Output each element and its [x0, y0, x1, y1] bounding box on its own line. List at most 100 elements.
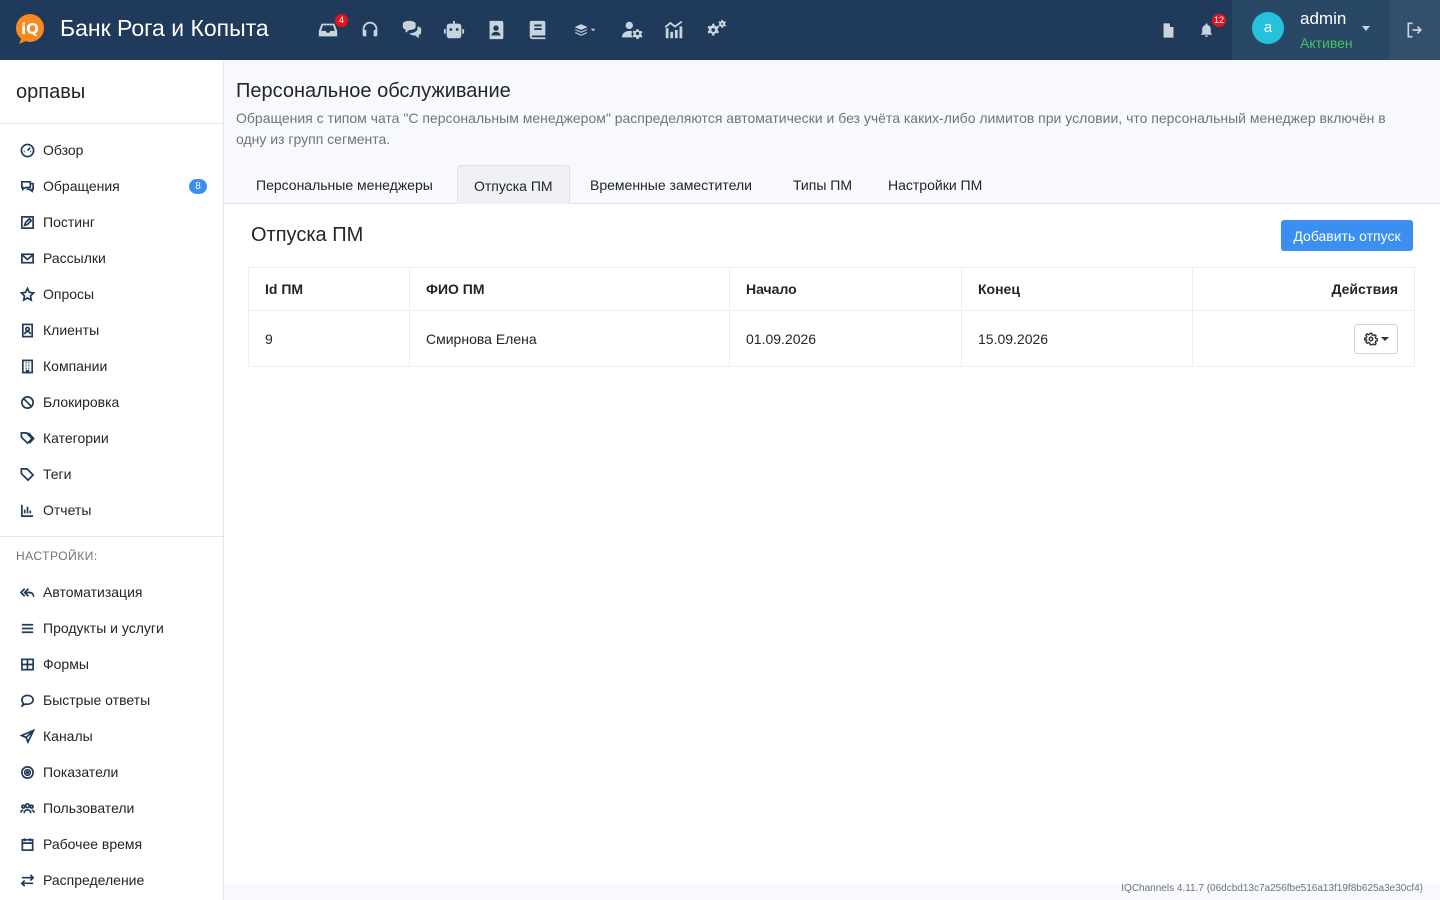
nav-user-settings[interactable]	[620, 18, 644, 42]
headset-icon	[362, 21, 378, 37]
comments-icon	[402, 20, 422, 39]
page-title: Персональное обслуживание	[236, 80, 511, 102]
sidebar-item-label: Клиенты	[43, 322, 100, 338]
cell-name: Смирнова Елена	[410, 311, 730, 366]
book-icon	[529, 20, 546, 40]
reply-all-icon	[20, 587, 35, 597]
sidebar-item-label: Продукты и услуги	[43, 620, 164, 636]
sidebar-item-label: Компании	[43, 358, 108, 374]
file-icon	[1163, 22, 1173, 38]
chat-icon	[21, 180, 34, 193]
sidebar-item-label: Отчеты	[43, 502, 92, 518]
brand-title[interactable]: Банк Рога и Копыта	[60, 14, 269, 42]
tags-icon	[20, 431, 35, 444]
sidebar-item-quick-replies[interactable]: Быстрые ответы	[20, 688, 210, 712]
edit-icon	[21, 215, 34, 229]
tab-pm-vacations[interactable]: Отпуска ПМ	[457, 165, 570, 204]
sidebar-item-label: Обзор	[43, 142, 84, 158]
sidebar-item-mailings[interactable]: Рассылки	[20, 246, 210, 270]
inbox-badge: 4	[335, 14, 348, 27]
documents-button[interactable]	[1156, 18, 1180, 42]
tab-bar: Персональные менеджеры Отпуска ПМ Времен…	[224, 165, 1440, 204]
cell-end: 15.09.2026	[962, 311, 1193, 366]
nav-layers-menu[interactable]	[568, 18, 602, 42]
nav-chats[interactable]	[400, 18, 424, 42]
row-actions-button[interactable]	[1354, 323, 1398, 354]
avatar: a	[1252, 12, 1284, 44]
requests-count-badge: 8	[189, 179, 207, 194]
tag-icon	[20, 467, 35, 481]
sidebar-item-label: Рассылки	[43, 250, 106, 266]
chart-line-icon	[664, 20, 683, 39]
sidebar-item-tags[interactable]: Теги	[20, 462, 210, 486]
star-icon	[20, 286, 35, 302]
tab-pm-settings[interactable]: Настройки ПМ	[872, 165, 998, 204]
version-info: IQChannels 4.11.7 (06dcbd13c7a256fbe516a…	[1121, 883, 1423, 894]
building-icon	[21, 359, 34, 373]
sidebar-item-label: Показатели	[43, 764, 119, 780]
sidebar-item-working-time[interactable]: Рабочее время	[20, 832, 210, 856]
nav-contacts[interactable]	[484, 18, 508, 42]
vacations-table: Id ПМ ФИО ПМ Начало Конец Действия 9 Сми…	[248, 267, 1415, 367]
column-header-id: Id ПМ	[249, 268, 410, 310]
sidebar-item-products[interactable]: Продукты и услуги	[20, 616, 210, 640]
user-status: Активен	[1300, 35, 1353, 51]
sidebar-item-users[interactable]: Пользователи	[20, 796, 210, 820]
sidebar-item-reports[interactable]: Отчеты	[20, 498, 210, 522]
app-logo-icon[interactable]: iQ	[15, 13, 45, 45]
sidebar-item-metrics[interactable]: Показатели	[20, 760, 210, 784]
sidebar: орпавы Обзор Обращения 8 Постинг Рассылк…	[0, 60, 224, 900]
sidebar-item-posting[interactable]: Постинг	[20, 210, 210, 234]
section-title: Отпуска ПМ	[251, 224, 364, 246]
contact-icon	[21, 323, 34, 337]
nav-knowledge[interactable]	[526, 18, 550, 42]
top-bar: iQ Банк Рога и Копыта 4 12 a admin Актив…	[0, 0, 1440, 60]
users-icon	[20, 802, 35, 813]
tab-pm-types[interactable]: Типы ПМ	[777, 165, 868, 204]
nav-inbox[interactable]: 4	[316, 14, 348, 42]
user-gear-icon	[621, 21, 643, 40]
mail-icon	[21, 252, 34, 264]
table-header-row: Id ПМ ФИО ПМ Начало Конец Действия	[249, 268, 1414, 311]
sidebar-item-overview[interactable]: Обзор	[20, 138, 210, 162]
nav-support[interactable]	[358, 18, 382, 42]
sidebar-item-blocking[interactable]: Блокировка	[20, 390, 210, 414]
dashboard-icon	[20, 143, 35, 157]
cell-id: 9	[249, 311, 410, 366]
cell-start: 01.09.2026	[730, 311, 962, 366]
sidebar-item-label: Каналы	[43, 728, 93, 744]
sidebar-item-label: Блокировка	[43, 394, 120, 410]
logout-icon	[1407, 22, 1423, 38]
sidebar-item-label: Теги	[43, 466, 72, 482]
nav-bots[interactable]	[442, 18, 466, 42]
sidebar-item-requests[interactable]: Обращения 8	[20, 174, 210, 198]
notifications-button[interactable]: 12	[1194, 14, 1226, 42]
tab-temporary-deputies[interactable]: Временные заместители	[574, 165, 768, 204]
sidebar-item-companies[interactable]: Компании	[20, 354, 210, 378]
column-header-start: Начало	[730, 268, 962, 310]
logout-button[interactable]	[1390, 0, 1440, 60]
user-menu[interactable]: a admin Активен	[1232, 0, 1390, 60]
sidebar-item-forms[interactable]: Формы	[20, 652, 210, 676]
sidebar-item-surveys[interactable]: Опросы	[20, 282, 210, 306]
sidebar-item-categories[interactable]: Категории	[20, 426, 210, 450]
notifications-badge: 12	[1211, 14, 1226, 27]
page-description: Обращения с типом чата "С персональным м…	[236, 110, 1386, 147]
sidebar-item-label: Пользователи	[43, 800, 135, 816]
sidebar-item-label: Категории	[43, 430, 109, 446]
layers-icon	[574, 24, 596, 36]
add-vacation-button[interactable]: Добавить отпуск	[1281, 220, 1413, 251]
chart-icon	[21, 504, 34, 517]
table-row: 9 Смирнова Елена 01.09.2026 15.09.2026	[249, 311, 1414, 366]
nav-settings[interactable]	[704, 18, 728, 42]
nav-analytics[interactable]	[662, 18, 686, 42]
sidebar-item-label: Распределение	[43, 872, 145, 888]
sidebar-item-automation[interactable]: Автоматизация	[20, 580, 210, 604]
sidebar-item-clients[interactable]: Клиенты	[20, 318, 210, 342]
sidebar-item-channels[interactable]: Каналы	[20, 724, 210, 748]
sidebar-item-distribution[interactable]: Распределение	[20, 868, 210, 892]
column-header-end: Конец	[962, 268, 1193, 310]
tab-personal-managers[interactable]: Персональные менеджеры	[240, 165, 449, 204]
cell-actions	[1193, 311, 1414, 366]
sidebar-item-label: Обращения	[43, 178, 120, 194]
